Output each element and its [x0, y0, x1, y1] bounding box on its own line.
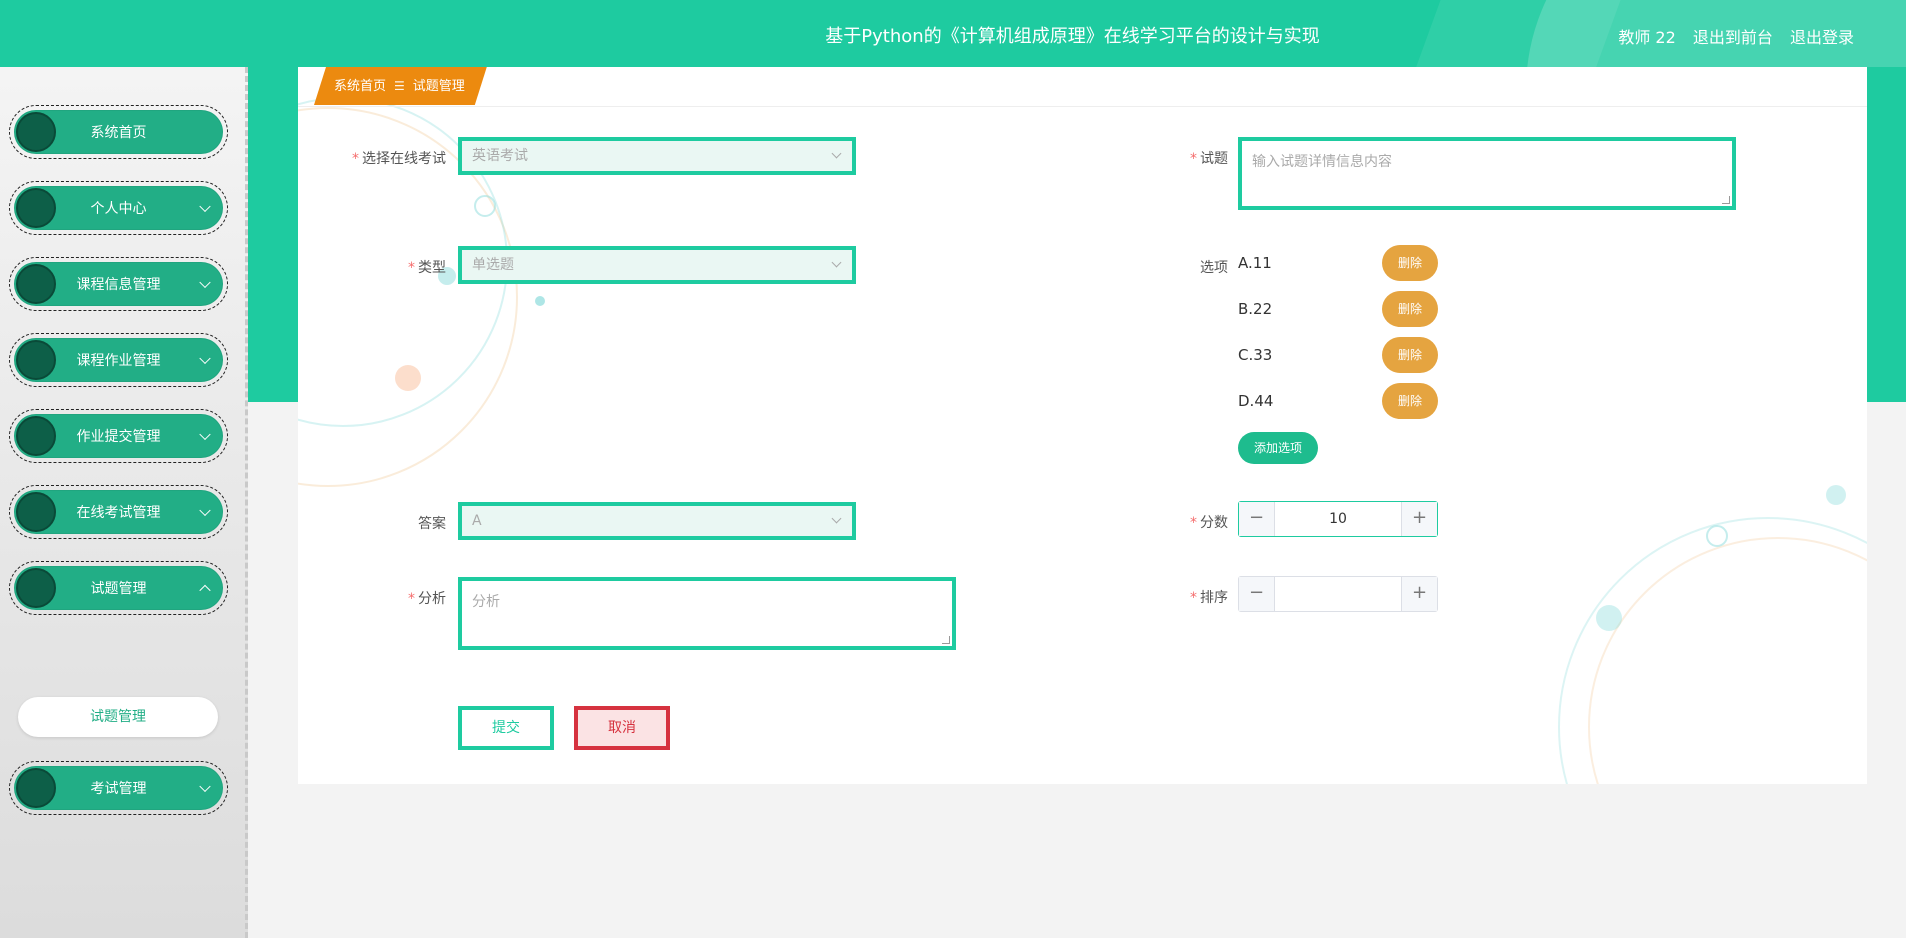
current-user: 教师 22 — [1618, 28, 1676, 47]
decrement-button[interactable]: − — [1239, 577, 1275, 611]
sidebar-item-question-management[interactable]: 试题管理 — [9, 561, 228, 615]
answer-select[interactable]: A — [458, 502, 856, 540]
score-stepper[interactable]: − 10 + — [1238, 501, 1438, 537]
menu-dot-icon — [16, 112, 56, 152]
option-text: C.33 — [1238, 346, 1273, 364]
sidebar-item-label: 系统首页 — [90, 125, 147, 141]
chevron-down-icon — [199, 276, 211, 289]
score-label: * 分数 — [1190, 515, 1228, 531]
chevron-down-icon — [199, 780, 211, 793]
decoration-ring — [1706, 525, 1728, 547]
menu-dot-icon — [16, 188, 56, 228]
sidebar-item-home[interactable]: 系统首页 — [9, 105, 228, 159]
breadcrumb: 系统首页 ☰ 试题管理 — [314, 67, 487, 105]
sidebar-item-online-exam[interactable]: 在线考试管理 — [9, 485, 228, 539]
analysis-placeholder: 分析 — [472, 594, 500, 610]
decoration-dot — [395, 365, 421, 391]
delete-option-button[interactable]: 删除 — [1382, 337, 1438, 373]
chevron-up-icon — [199, 584, 211, 597]
question-placeholder: 输入试题详情信息内容 — [1252, 154, 1392, 170]
decoration-dot — [535, 296, 545, 306]
analysis-textarea[interactable]: 分析 — [458, 577, 956, 650]
chevron-down-icon — [199, 504, 211, 517]
add-option-button[interactable]: 添加选项 — [1238, 432, 1318, 464]
option-text: A.11 — [1238, 254, 1272, 272]
sidebar-item-label: 个人中心 — [90, 201, 147, 217]
resize-handle-icon — [1722, 196, 1730, 204]
chevron-down-icon — [199, 428, 211, 441]
resize-handle-icon — [942, 636, 950, 644]
score-input[interactable]: 10 — [1275, 502, 1401, 536]
question-label: * 试题 — [1190, 151, 1228, 167]
top-header: 基于Python的《计算机组成原理》在线学习平台的设计与实现 教师 22 退出到… — [0, 0, 1906, 67]
option-text: B.22 — [1238, 300, 1273, 318]
type-select[interactable]: 单选题 — [458, 246, 856, 284]
type-label: * 类型 — [408, 260, 446, 276]
chevron-down-icon — [831, 148, 842, 159]
sidebar-item-label: 试题管理 — [90, 581, 147, 597]
exam-label: * 选择在线考试 — [352, 151, 446, 167]
decrement-button[interactable]: − — [1239, 502, 1275, 536]
sidebar-item-personal-center[interactable]: 个人中心 — [9, 181, 228, 235]
menu-dot-icon — [16, 416, 56, 456]
chevron-down-icon — [199, 352, 211, 365]
sidebar-item-label: 课程信息管理 — [76, 277, 161, 293]
increment-button[interactable]: + — [1401, 502, 1437, 536]
exam-select-value: 英语考试 — [472, 148, 528, 164]
menu-dot-icon — [16, 264, 56, 304]
breadcrumb-bar: 系统首页 ☰ 试题管理 — [298, 67, 1867, 107]
submit-button[interactable]: 提交 — [458, 706, 554, 750]
breadcrumb-current: 试题管理 — [412, 79, 465, 94]
order-stepper[interactable]: − + — [1238, 576, 1438, 612]
delete-option-button[interactable]: 删除 — [1382, 383, 1438, 419]
menu-separator-icon: ☰ — [394, 79, 405, 93]
menu-dot-icon — [16, 768, 56, 808]
exit-to-front-link[interactable]: 退出到前台 — [1693, 28, 1773, 47]
increment-button[interactable]: + — [1401, 577, 1437, 611]
answer-select-value: A — [472, 513, 482, 529]
sidebar-item-label: 在线考试管理 — [76, 505, 161, 521]
sidebar: 系统首页 个人中心 课程信息管理 课程作业管理 作业提交管理 在线考试管理 试题… — [0, 67, 248, 938]
order-input[interactable] — [1275, 577, 1401, 611]
sidebar-item-course-info[interactable]: 课程信息管理 — [9, 257, 228, 311]
logout-link[interactable]: 退出登录 — [1790, 28, 1854, 47]
sidebar-item-label: 课程作业管理 — [76, 353, 161, 369]
option-text: D.44 — [1238, 392, 1274, 410]
decoration-dot — [1596, 605, 1622, 631]
chevron-down-icon — [199, 200, 211, 213]
header-user-area: 教师 22 退出到前台 退出登录 — [1606, 24, 1854, 48]
answer-label: 答案 — [418, 516, 446, 532]
chevron-down-icon — [831, 513, 842, 524]
content-panel: 系统首页 ☰ 试题管理 * 选择在线考试 英语考试 * 类型 单选题 答案 A * 分析 … — [298, 67, 1867, 784]
sidebar-item-course-homework[interactable]: 课程作业管理 — [9, 333, 228, 387]
decoration-dot — [1826, 485, 1846, 505]
options-label: 选项 — [1200, 260, 1228, 276]
sidebar-subitem-question-management[interactable]: 试题管理 — [18, 697, 218, 737]
question-textarea[interactable]: 输入试题详情信息内容 — [1238, 137, 1736, 210]
sidebar-item-exam-management[interactable]: 考试管理 — [9, 761, 228, 815]
cancel-button[interactable]: 取消 — [574, 706, 670, 750]
menu-dot-icon — [16, 340, 56, 380]
menu-dot-icon — [16, 568, 56, 608]
menu-dot-icon — [16, 492, 56, 532]
decoration-ring — [474, 195, 496, 217]
order-label: * 排序 — [1190, 590, 1228, 606]
chevron-down-icon — [831, 257, 842, 268]
sidebar-item-label: 作业提交管理 — [76, 429, 161, 445]
exam-select[interactable]: 英语考试 — [458, 137, 856, 175]
type-select-value: 单选题 — [472, 257, 514, 273]
breadcrumb-home[interactable]: 系统首页 — [334, 79, 386, 94]
sidebar-item-label: 考试管理 — [90, 781, 147, 797]
delete-option-button[interactable]: 删除 — [1382, 291, 1438, 327]
sidebar-item-homework-submission[interactable]: 作业提交管理 — [9, 409, 228, 463]
delete-option-button[interactable]: 删除 — [1382, 245, 1438, 281]
analysis-label: * 分析 — [408, 591, 446, 607]
